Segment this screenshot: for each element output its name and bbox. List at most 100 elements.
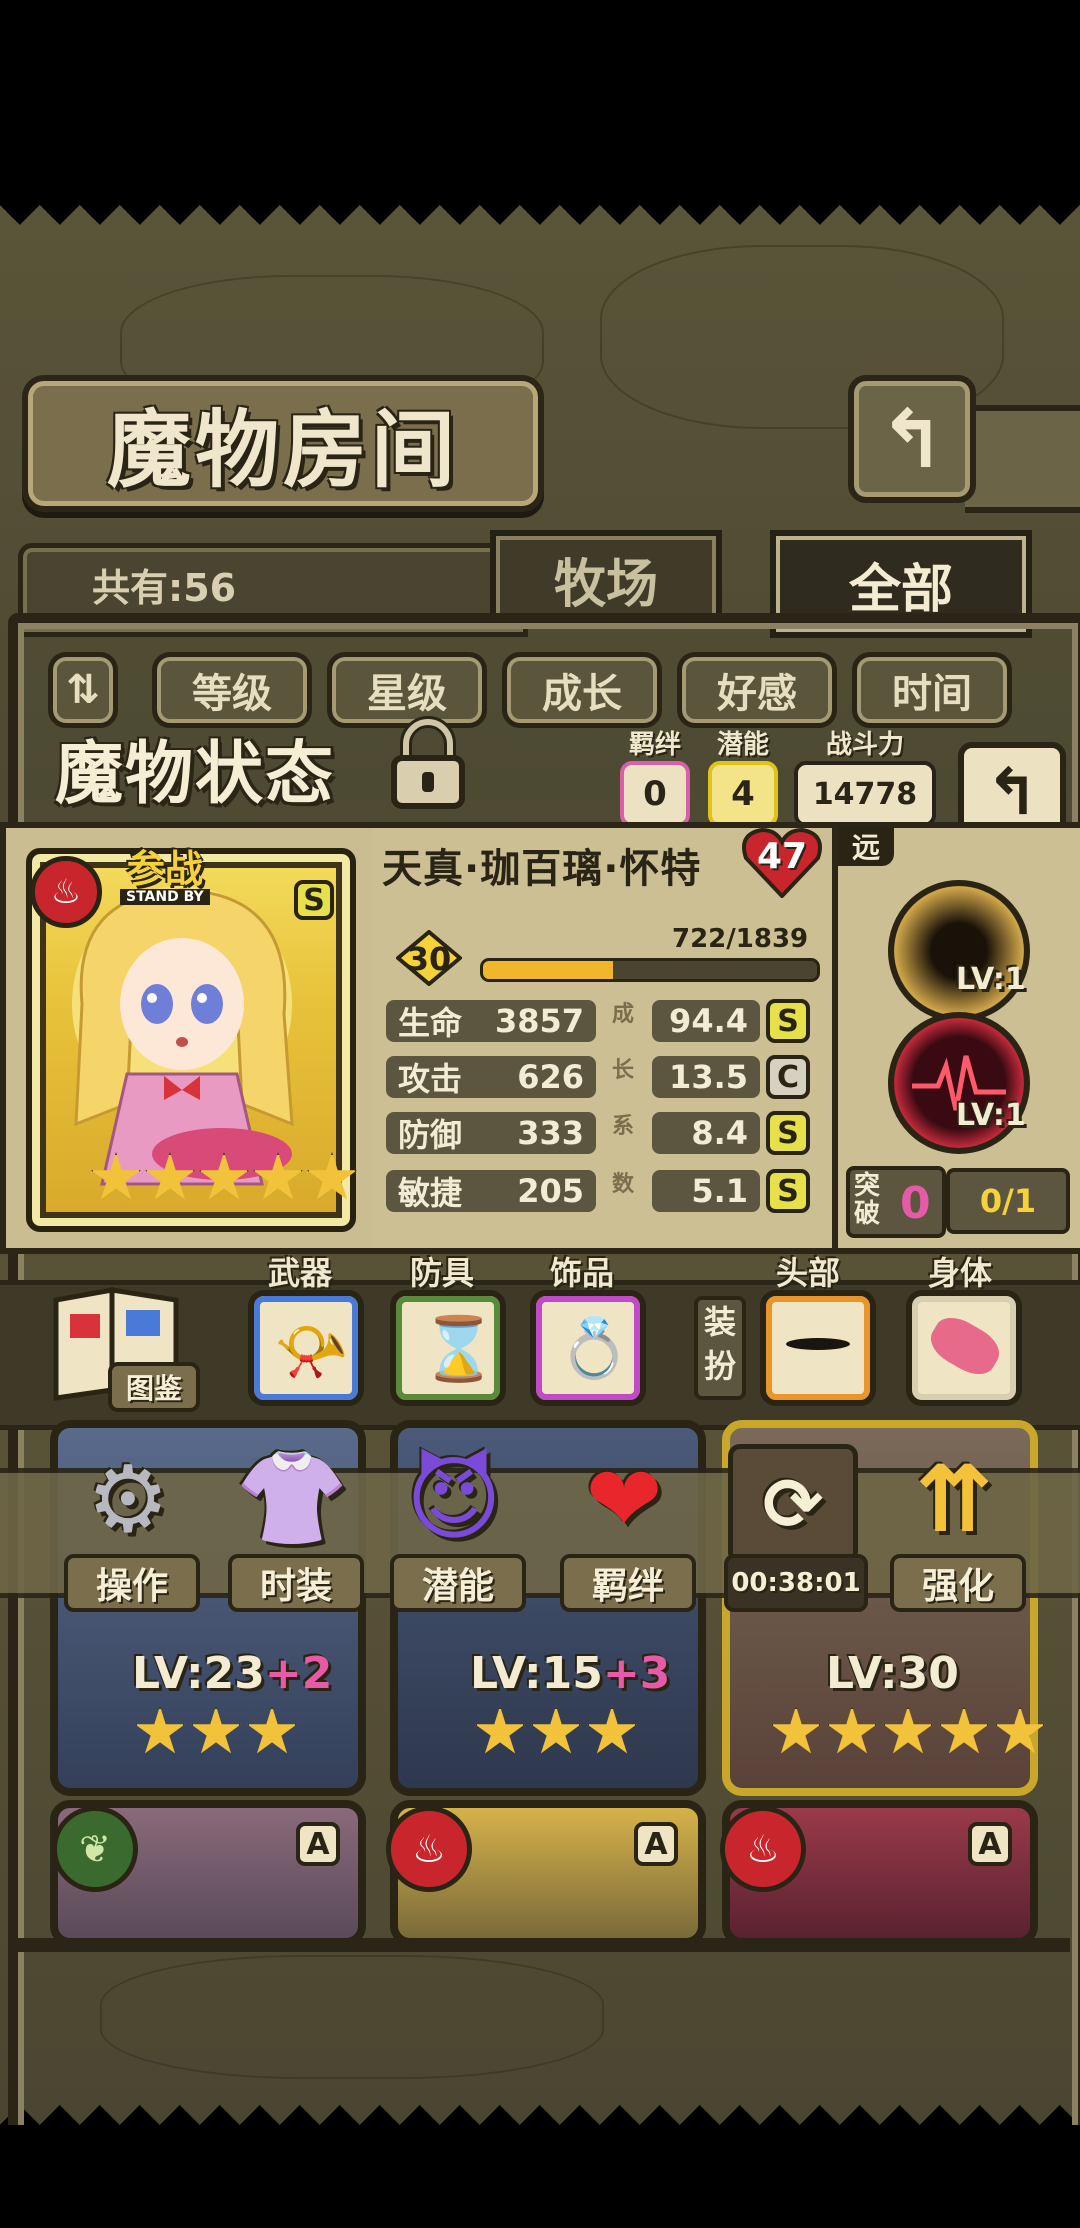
- stat-label: 防御: [398, 1116, 463, 1154]
- card-2-level: LV:15+3: [470, 1648, 670, 1699]
- growth-grade-badge: S: [766, 1111, 810, 1155]
- return-arrow-icon: ↰: [985, 756, 1039, 830]
- body-label: 身体: [928, 1254, 993, 1292]
- status-title: 魔物状态: [54, 734, 335, 814]
- action-label[interactable]: 强化: [890, 1554, 1026, 1612]
- fire-element-badge: ♨: [720, 1806, 806, 1892]
- growth-value: 94.4: [652, 1000, 760, 1042]
- fire-element-badge: ♨: [30, 856, 102, 928]
- stat-label: 敏捷: [398, 1174, 463, 1212]
- armor-slot[interactable]: ⌛: [390, 1290, 506, 1406]
- sort-affection-button[interactable]: 好感: [677, 652, 837, 728]
- fire-element-badge: ♨: [386, 1806, 472, 1892]
- star-icon: [307, 1152, 357, 1200]
- stat-value: 333: [517, 1114, 584, 1152]
- outfit-icon: [923, 1309, 1007, 1383]
- bond-value: 0: [620, 761, 690, 827]
- zigzag-top-border: [0, 205, 1080, 245]
- bond-label: 羁绊: [628, 730, 681, 760]
- card-1-plus: +2: [264, 1648, 333, 1699]
- weapon-label: 武器: [268, 1254, 333, 1292]
- costume-icon[interactable]: 👚: [232, 1444, 352, 1554]
- breakthrough-box: 突破 0: [846, 1166, 946, 1238]
- stat-value: 205: [517, 1172, 584, 1210]
- growth-value: 8.4: [652, 1112, 760, 1154]
- head-slot[interactable]: [760, 1290, 876, 1406]
- monster-name: 天真·珈百璃·怀特: [382, 846, 702, 892]
- card-3-level: LV:30: [826, 1648, 959, 1699]
- growth-char: 长: [612, 1058, 635, 1083]
- upgrade-arrows-icon[interactable]: ⇈: [894, 1444, 1014, 1554]
- refresh-icon[interactable]: ⟳: [728, 1444, 858, 1564]
- title-plate: 魔物房间: [22, 375, 544, 512]
- stat-label: 攻击: [398, 1060, 463, 1098]
- bond-group: 羁绊 0: [620, 724, 690, 827]
- sort-toggle-icon: ⇅: [66, 667, 100, 713]
- rank-badge: S: [294, 880, 334, 920]
- level-heart-badge: 47: [742, 826, 822, 899]
- refresh-timer[interactable]: 00:38:01: [724, 1554, 868, 1612]
- page-title: 魔物房间: [106, 401, 459, 499]
- heart-level: 47: [756, 836, 808, 877]
- demon-icon[interactable]: 😈: [394, 1444, 514, 1554]
- gear-icon[interactable]: ⚙: [68, 1444, 188, 1554]
- collection-count: 共有:56: [92, 566, 237, 610]
- stat-row-3: 敏捷 205: [386, 1170, 596, 1212]
- lock-icon[interactable]: [386, 716, 470, 812]
- head-label: 头部: [776, 1254, 841, 1292]
- star-rating: [90, 1152, 358, 1204]
- sort-growth-button[interactable]: 成长: [502, 652, 662, 728]
- star-icon: [253, 1152, 303, 1200]
- stat-label: 生命: [398, 1004, 463, 1042]
- action-label[interactable]: 潜能: [390, 1554, 526, 1612]
- horn-icon: 📯: [274, 1317, 349, 1387]
- exp-bar-fill: [483, 961, 614, 979]
- book-label: 图鉴: [108, 1362, 200, 1412]
- leaf-element-badge: ❦: [52, 1806, 138, 1892]
- deploy-label: 参战: [126, 847, 203, 891]
- growth-value: 5.1: [652, 1170, 760, 1212]
- back-button-strip: [965, 405, 1080, 513]
- dress-label: 装扮: [694, 1296, 746, 1400]
- hearts-icon[interactable]: ❤: [564, 1444, 684, 1554]
- monster-level: 30: [406, 940, 452, 978]
- flame-icon: ♨: [411, 1827, 447, 1871]
- stat-value: 626: [517, 1058, 584, 1096]
- card-5-rank: A: [634, 1822, 678, 1866]
- card-1-stars: [134, 1706, 298, 1758]
- deploy-sub: STAND BY: [120, 889, 210, 905]
- breakthrough-label: 突破: [854, 1171, 881, 1229]
- action-label[interactable]: 羁绊: [560, 1554, 696, 1612]
- card-2-lv-text: LV:15: [470, 1648, 603, 1699]
- level-badge: 30: [394, 929, 464, 987]
- back-button[interactable]: ↰: [848, 375, 976, 503]
- growth-grade-badge: S: [766, 1169, 810, 1213]
- card-1-lv-text: LV:23: [132, 1648, 265, 1699]
- breakthrough-progress[interactable]: 0/1: [946, 1168, 1070, 1234]
- growth-grade-badge: S: [766, 999, 810, 1043]
- hourglass-icon: ⌛: [420, 1312, 498, 1385]
- body-slot[interactable]: [906, 1290, 1022, 1406]
- skill-1-icon[interactable]: [888, 880, 1030, 1022]
- skill-2-level: LV:1: [956, 1098, 1026, 1133]
- growth-char: 成: [612, 1002, 635, 1027]
- action-label[interactable]: 操作: [64, 1554, 200, 1612]
- potential-group: 潜能 4: [708, 724, 778, 827]
- action-label[interactable]: 时装: [228, 1554, 364, 1612]
- stat-row-2: 防御 333: [386, 1112, 596, 1154]
- stat-row-1: 攻击 626: [386, 1056, 596, 1098]
- flame-icon: ♨: [745, 1827, 781, 1871]
- exp-text: 722/1839: [672, 924, 809, 954]
- accessory-label: 饰品: [550, 1254, 615, 1292]
- power-value: 14778: [794, 761, 936, 827]
- card-2-stars: [474, 1706, 638, 1758]
- growth-value: 13.5: [652, 1056, 760, 1098]
- armor-label: 防具: [410, 1254, 475, 1292]
- accessory-slot[interactable]: 💍: [530, 1290, 646, 1406]
- deploy-banner: 参战 STAND BY: [120, 838, 210, 905]
- headband-icon: [786, 1338, 850, 1350]
- weapon-slot[interactable]: 📯: [248, 1290, 364, 1406]
- sort-time-button[interactable]: 时间: [852, 652, 1012, 728]
- leaf-icon: ❦: [79, 1827, 111, 1871]
- potential-value: 4: [708, 761, 778, 827]
